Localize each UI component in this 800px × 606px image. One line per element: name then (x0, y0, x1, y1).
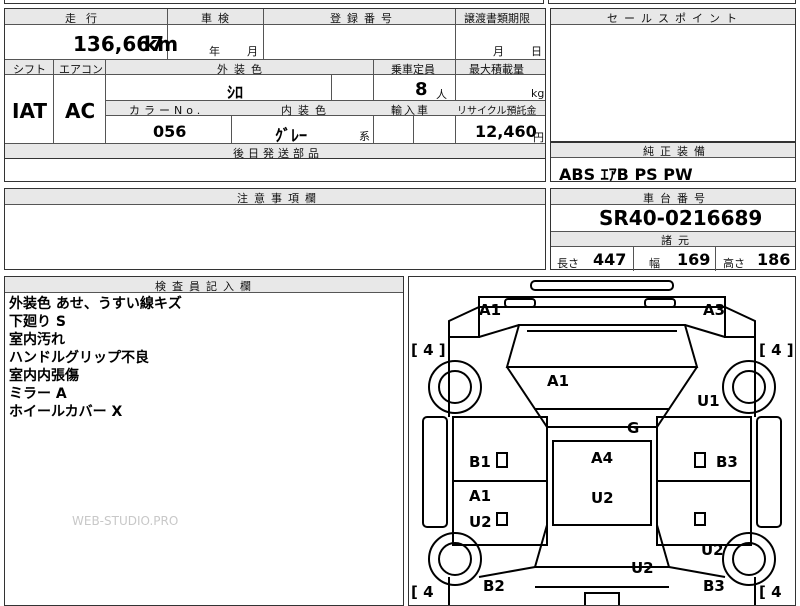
equipment-label: 純正装備 (643, 145, 711, 158)
transfer-month: 月 (493, 45, 504, 58)
top-strip-right (548, 0, 796, 4)
interior-color-suffix: 系 (359, 130, 370, 143)
mark-front-left: A1 (479, 301, 502, 319)
mark-hood: A1 (547, 372, 570, 390)
caution-label: 注意事項欄 (237, 192, 322, 205)
mark-right-rear: U2 (701, 541, 724, 559)
ac-label: エアコン (59, 63, 103, 76)
shift-value: IAT (12, 99, 48, 123)
height-label: 高さ (723, 257, 745, 270)
note-line: ハンドルグリップ不良 (9, 350, 149, 366)
import-label: 輸入車 (391, 104, 430, 117)
ac-value: AC (65, 99, 96, 123)
mileage-label: 走行 (65, 12, 107, 25)
mark-roof: A4 (591, 449, 614, 467)
shift-label: シフト (13, 63, 46, 76)
exterior-color-label: 外装色 (217, 63, 268, 76)
length-label: 長さ (557, 257, 579, 270)
chassis-value: SR40-0216689 (599, 206, 763, 230)
note-line: 下廻り S (9, 314, 66, 330)
capacity-value: 8 (415, 79, 428, 100)
transfer-deadline-label: 譲渡書類期限 (464, 12, 530, 25)
recycle-label: リサイクル預託金 (457, 106, 537, 117)
sales-point-label: セールスポイント (607, 12, 743, 25)
specs-label: 諸元 (661, 234, 695, 247)
caution-box: 注意事項欄 (4, 188, 546, 270)
mark-right-door1: B3 (716, 453, 738, 471)
transfer-day: 日 (531, 45, 542, 58)
mark-rear-right: B3 (703, 577, 725, 595)
mark-front-right: A3 (703, 301, 726, 319)
inspection-label: 車検 (201, 12, 235, 25)
height-value: 186 (757, 250, 791, 269)
color-no-label: カラーNo. (129, 104, 205, 117)
top-strip (4, 0, 544, 4)
inspector-label: 検査員記入欄 (155, 280, 257, 293)
chassis-label: 車台番号 (643, 192, 711, 205)
watermark: WEB-STUDIO.PRO (72, 514, 179, 528)
inspection-year: 年 (209, 45, 220, 58)
equipment-box: 純正装備 ABS ｴｱB PS PW (550, 142, 796, 184)
length-value: 447 (593, 250, 627, 269)
inspector-notes: 外装色 あせ、うすい線キズ 下廻り S 室内汚れ ハンドルグリップ不良 室内内張… (9, 295, 182, 421)
capacity-label: 乗車定員 (391, 63, 435, 76)
tire-rear-left: [ 4 (411, 583, 434, 601)
width-label: 幅 (649, 257, 660, 270)
max-load-label: 最大積載量 (469, 63, 524, 76)
mark-right-front: U1 (697, 392, 720, 410)
mark-left-door1: B1 (469, 453, 491, 471)
max-load-unit: kg (531, 87, 545, 100)
vehicle-info-table: 走行 車検 登録番号 譲渡書類期限 136,667 km 年 月 月 日 シフト… (4, 8, 546, 160)
note-line: ミラー A (9, 386, 67, 402)
inspector-box: 検査員記入欄 外装色 あせ、うすい線キズ 下廻り S 室内汚れ ハンドルグリップ… (4, 276, 404, 606)
mark-left-door2a: A1 (469, 487, 492, 505)
width-value: 169 (677, 250, 711, 269)
tire-rear-right: [ 4 (759, 583, 782, 601)
note-line: 外装色 あせ、うすい線キズ (9, 296, 182, 312)
sales-point-box: セールスポイント (550, 8, 796, 142)
registration-label: 登録番号 (330, 12, 398, 25)
car-diagram-box: A1 A3 A1 U1 G B1 A4 B3 A1 U2 U2 U2 U2 B2… (408, 276, 796, 606)
mark-roof-front: G (627, 419, 640, 437)
mileage-unit: km (144, 32, 179, 56)
color-no-value: 056 (153, 122, 187, 141)
mark-tailgate: U2 (631, 559, 654, 577)
tire-front-right: [ 4 ] (759, 341, 794, 359)
note-line: 室内内張傷 (9, 368, 79, 384)
inspection-month: 月 (247, 45, 258, 58)
tire-front-left: [ 4 ] (411, 341, 446, 359)
mark-left-door2b: U2 (469, 513, 492, 531)
car-diagram (422, 280, 782, 605)
recycle-value: 12,460 (475, 122, 537, 141)
mark-rear-left: B2 (483, 577, 505, 595)
chassis-box: 車台番号 SR40-0216689 諸元 長さ 447 幅 169 高さ 186 (550, 188, 796, 271)
equipment-value: ABS ｴｱB PS PW (559, 165, 693, 184)
note-line: ホイールカバー X (9, 404, 123, 420)
mark-roof-rear: U2 (591, 489, 614, 507)
later-parts-area (4, 158, 546, 182)
note-line: 室内汚れ (9, 332, 65, 348)
interior-color-label: 内装色 (281, 104, 332, 117)
